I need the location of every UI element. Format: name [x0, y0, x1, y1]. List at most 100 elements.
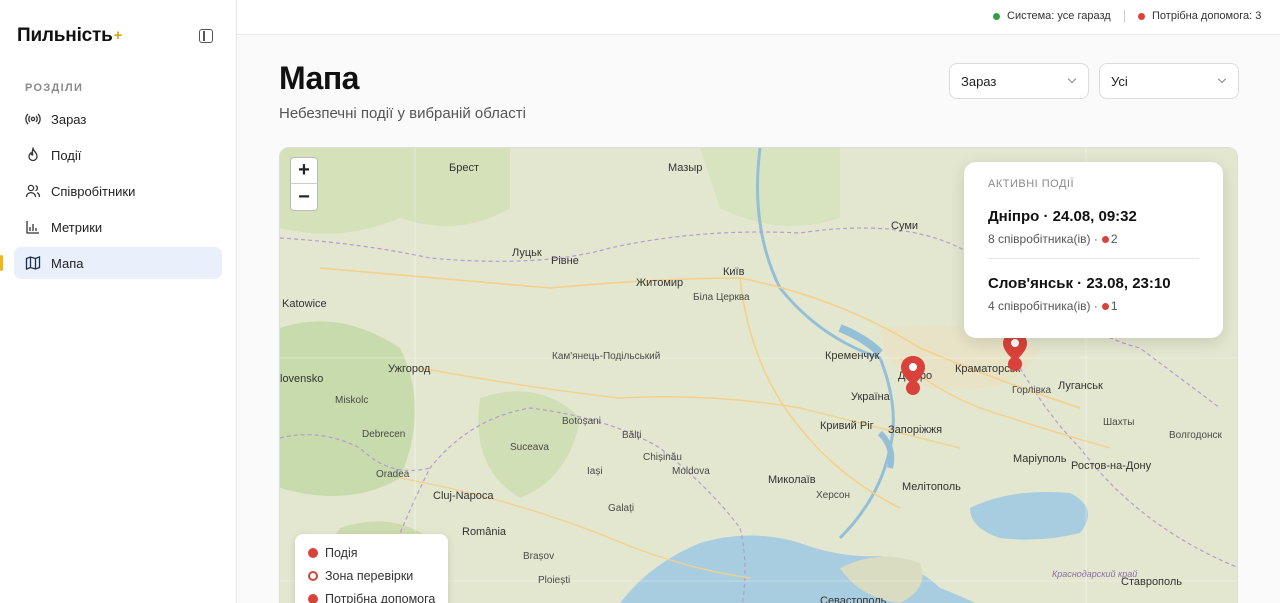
- sidebar-item-label: Події: [51, 147, 82, 163]
- zoom-out-button[interactable]: −: [291, 184, 317, 210]
- map-label: Луцьк: [512, 247, 542, 259]
- status-divider: [1124, 10, 1125, 23]
- event-pin-dnipro[interactable]: [900, 355, 926, 400]
- map-label: Севастополь: [820, 595, 887, 603]
- event-staff-count: 4 співробітника(ів) ·: [988, 299, 1098, 313]
- map-label: Мелітополь: [902, 481, 961, 493]
- event-help-count: 2: [1110, 232, 1118, 246]
- map-label: Moldova: [672, 466, 710, 477]
- map-label: Волгодонск: [1169, 430, 1222, 441]
- map-label: lovensko: [280, 373, 324, 385]
- collapse-sidebar-icon[interactable]: [199, 29, 213, 43]
- event-item[interactable]: Слов'янськ · 23.08, 23:10 4 співробітник…: [988, 275, 1199, 313]
- zoom-control: + −: [290, 157, 318, 211]
- zoom-in-button[interactable]: +: [291, 158, 317, 184]
- sidebar-item-now[interactable]: Зараз: [14, 103, 222, 135]
- map-label: Рівне: [551, 255, 579, 267]
- map-label: Bălți: [622, 430, 642, 441]
- top-bar: Система: усе гаразд Потрібна допомога: 3: [237, 0, 1280, 35]
- map-label: Ploiești: [538, 575, 571, 586]
- status-alert-dot-icon: [1138, 12, 1145, 20]
- event-meta: 8 співробітника(ів) · 2: [988, 232, 1199, 246]
- bar-chart-icon: [25, 219, 41, 235]
- sidebar-section-label: РОЗДІЛИ: [25, 82, 84, 94]
- map-label: Brașov: [523, 551, 555, 562]
- map-label: Краснодарский край: [1052, 569, 1138, 579]
- map-label: Debrecen: [362, 429, 406, 440]
- map-label: Кременчук: [825, 350, 880, 362]
- brand-logo[interactable]: Пильність+: [17, 25, 122, 47]
- legend-item-event: Подія: [308, 546, 358, 560]
- map-label: Брест: [449, 162, 479, 174]
- event-dot-icon: [308, 548, 318, 558]
- map-label: Cluj-Napoca: [433, 490, 494, 502]
- map-label: Ужгород: [388, 363, 431, 375]
- sidebar-item-label: Метрики: [51, 219, 103, 235]
- event-item[interactable]: Дніпро · 24.08, 09:32 8 співробітника(ів…: [988, 208, 1199, 246]
- help-needed-status[interactable]: Потрібна допомога: 3: [1138, 10, 1261, 22]
- scope-select[interactable]: Усі: [1099, 63, 1239, 99]
- legend-item-help-needed: Потрібна допомога: [308, 592, 435, 603]
- broadcast-icon: [25, 111, 41, 127]
- legend-item-check-zone: Зона перевірки: [308, 569, 413, 583]
- flame-icon: [25, 147, 41, 163]
- map-legend: Подія Зона перевірки Потрібна допомога: [295, 534, 448, 603]
- time-range-value: Зараз: [961, 73, 997, 89]
- sidebar-item-employees[interactable]: Співробітники: [14, 175, 222, 207]
- map-label: Горлівка: [1012, 385, 1052, 396]
- map-label: Botoșani: [562, 416, 601, 427]
- sidebar-item-map[interactable]: Мапа: [0, 247, 222, 279]
- check-zone-ring-icon: [308, 571, 318, 581]
- map-pin-icon: [901, 356, 925, 395]
- map-label: Galați: [608, 503, 635, 514]
- map-label: Київ: [723, 266, 745, 278]
- map-label: Мазыр: [668, 162, 703, 174]
- map-label: Suceava: [510, 442, 549, 453]
- map-label: Кривий Ріг: [820, 420, 874, 432]
- map-label: Шахты: [1103, 417, 1135, 428]
- event-title: Слов'янськ · 23.08, 23:10: [988, 275, 1171, 292]
- brand-plus: +: [113, 27, 123, 44]
- map-label: Oradea: [376, 469, 410, 480]
- event-staff-count: 8 співробітника(ів) ·: [988, 232, 1098, 246]
- help-dot-icon: [1101, 235, 1109, 243]
- sidebar: Пильність+ РОЗДІЛИ Зараз Події Співробіт…: [0, 0, 237, 603]
- page-subtitle: Небезпечні події у вибраній області: [279, 105, 526, 122]
- help-needed-text: Потрібна допомога: 3: [1152, 10, 1262, 22]
- time-range-select[interactable]: Зараз: [949, 63, 1089, 99]
- map-label: Iași: [587, 466, 603, 477]
- active-events-header: АКТИВНІ ПОДІЇ: [988, 178, 1075, 190]
- active-events-card: АКТИВНІ ПОДІЇ Дніпро · 24.08, 09:32 8 сп…: [964, 162, 1223, 338]
- map-label: Луганськ: [1058, 380, 1103, 392]
- events-divider: [988, 258, 1199, 259]
- system-status: Система: усе гаразд: [993, 10, 1111, 22]
- map-label: Кам'янець-Подільський: [552, 351, 661, 362]
- scope-value: Усі: [1111, 73, 1128, 89]
- legend-label: Потрібна допомога: [325, 592, 436, 603]
- map-label: Суми: [891, 220, 919, 232]
- map-label: Katowice: [282, 298, 327, 310]
- map-label: Україна: [851, 391, 890, 403]
- map-label: România: [462, 526, 507, 538]
- event-meta: 4 співробітника(ів) · 1: [988, 299, 1199, 313]
- map-icon: [25, 255, 41, 271]
- legend-label: Подія: [325, 546, 358, 560]
- help-dot-icon: [1101, 302, 1109, 310]
- brand-name: Пильність: [17, 25, 113, 46]
- users-icon: [25, 183, 41, 199]
- page-title: Мапа: [279, 60, 359, 96]
- event-help-count: 1: [1110, 299, 1118, 313]
- sidebar-item-events[interactable]: Події: [14, 139, 222, 171]
- map-label: Миколаїв: [768, 474, 816, 486]
- map-label: Miskolc: [335, 395, 369, 406]
- chevron-down-icon: [1067, 74, 1077, 84]
- legend-label: Зона перевірки: [325, 569, 414, 583]
- map-label: Біла Церква: [693, 292, 750, 303]
- sidebar-item-metrics[interactable]: Метрики: [14, 211, 222, 243]
- status-ok-dot-icon: [993, 12, 1000, 20]
- sidebar-nav: Зараз Події Співробітники Метрики Мапа: [0, 103, 222, 283]
- sidebar-item-label: Мапа: [51, 255, 84, 271]
- system-status-text: Система: усе гаразд: [1007, 10, 1111, 22]
- map-label: Маріуполь: [1013, 453, 1067, 465]
- sidebar-item-label: Зараз: [51, 111, 87, 127]
